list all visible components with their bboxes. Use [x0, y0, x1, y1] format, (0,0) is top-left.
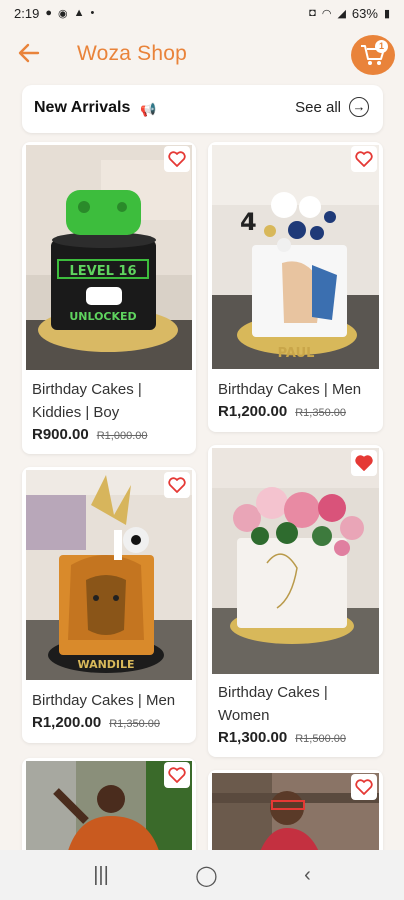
cake-text: WANDILE: [77, 658, 134, 671]
heart-icon: [168, 151, 186, 167]
product-old-price: R1,500.00: [295, 733, 346, 745]
battery-level: 63%: [351, 5, 378, 21]
battery-icon: ▮: [383, 7, 390, 20]
favorite-button[interactable]: [164, 472, 190, 498]
warning-icon: ▲: [73, 7, 85, 19]
price-row: R1,300.00 R1,500.00: [218, 729, 346, 746]
product-name-line: Birthday Cakes |: [218, 684, 328, 701]
svg-text:4: 4: [240, 208, 257, 236]
product-price: R1,200.00: [32, 714, 102, 731]
home-icon[interactable]: ◯: [195, 863, 217, 888]
product-image: WANDILE: [26, 470, 192, 680]
product-name-line: Women: [218, 707, 270, 724]
favorite-button[interactable]: [351, 450, 377, 476]
cart-count-badge: 1: [375, 40, 388, 53]
back-button[interactable]: [18, 40, 44, 70]
product-old-price: R1,000.00: [96, 430, 148, 442]
favorite-button[interactable]: [351, 774, 377, 800]
product-name-line: Kiddies | Boy: [32, 404, 120, 421]
new-arrivals-header: New Arrivals 📢 See all →: [22, 85, 383, 133]
heart-icon: [355, 779, 373, 795]
product-image: LEVEL 16 UNLOCKED: [26, 145, 192, 370]
product-name: Birthday Cakes | Kiddies | Boy: [32, 378, 142, 424]
product-card[interactable]: 4 PAUL Birthday Cakes | Men R1,200.00 R1…: [208, 142, 383, 432]
signal-icon: ◢: [337, 7, 346, 20]
product-price: R1,300.00: [218, 729, 288, 746]
app-bar: Woza Shop 1: [0, 26, 404, 84]
product-old-price: R1,350.00: [295, 407, 346, 419]
heart-icon: [168, 477, 186, 493]
product-image: [212, 448, 379, 674]
product-name-line: Birthday Cakes | Men: [218, 381, 362, 398]
heart-icon: [355, 151, 373, 167]
notification-icon: ●: [45, 7, 52, 19]
product-image: 4 PAUL: [212, 145, 379, 369]
status-bar: 2:19 ● ◉ ▲ • ◘ ◠ ◢ 63% ▮: [0, 0, 404, 26]
product-card[interactable]: WANDILE Birthday Cakes | Men R1,200.00 R…: [22, 467, 196, 743]
price-row: R900.00 R1,000.00: [32, 426, 147, 443]
heart-icon: [168, 767, 186, 783]
product-price: R1,200.00: [218, 403, 288, 420]
cake-text-1: LEVEL 16: [69, 264, 136, 279]
see-all-button[interactable]: See all →: [295, 97, 369, 117]
arrow-right-circle-icon: →: [349, 97, 369, 117]
cart-button[interactable]: 1: [351, 35, 395, 75]
product-price: R900.00: [32, 426, 89, 443]
see-all-label: See all: [295, 98, 341, 116]
cake-text-2: UNLOCKED: [69, 310, 136, 323]
favorite-button[interactable]: [164, 762, 190, 788]
product-card[interactable]: LEVEL 16 UNLOCKED Birthday Cakes | Kiddi…: [22, 142, 196, 454]
favorite-button[interactable]: [351, 146, 377, 172]
arrow-left-icon: [18, 43, 40, 63]
product-name: Birthday Cakes | Men: [32, 689, 175, 712]
speaker-icon: 📢: [140, 102, 157, 117]
product-name-line: Birthday Cakes |: [32, 381, 142, 398]
section-title: New Arrivals: [34, 99, 131, 116]
product-name-line: Birthday Cakes | Men: [32, 692, 176, 709]
product-card[interactable]: [208, 770, 383, 860]
back-nav-icon[interactable]: ‹: [304, 864, 311, 887]
favorite-button[interactable]: [164, 146, 190, 172]
product-name: Birthday Cakes | Women: [218, 681, 328, 727]
dot-icon: •: [90, 7, 95, 19]
product-card[interactable]: Birthday Cakes | Women R1,300.00 R1,500.…: [208, 445, 383, 757]
system-nav-bar: ||| ◯ ‹: [0, 850, 404, 900]
price-row: R1,200.00 R1,350.00: [218, 403, 346, 420]
product-card[interactable]: [22, 758, 196, 858]
product-old-price: R1,350.00: [109, 718, 160, 730]
alarm-icon: ◘: [309, 7, 316, 19]
cake-text: PAUL: [278, 346, 315, 361]
product-name: Birthday Cakes | Men: [218, 378, 361, 401]
heart-icon: [355, 455, 373, 471]
wifi-icon: ◠: [321, 7, 332, 20]
whatsapp-icon: ◉: [57, 7, 68, 20]
page-title: Woza Shop: [77, 42, 187, 65]
status-time: 2:19: [14, 5, 40, 21]
recent-apps-icon[interactable]: |||: [93, 864, 109, 887]
price-row: R1,200.00 R1,350.00: [32, 714, 160, 731]
